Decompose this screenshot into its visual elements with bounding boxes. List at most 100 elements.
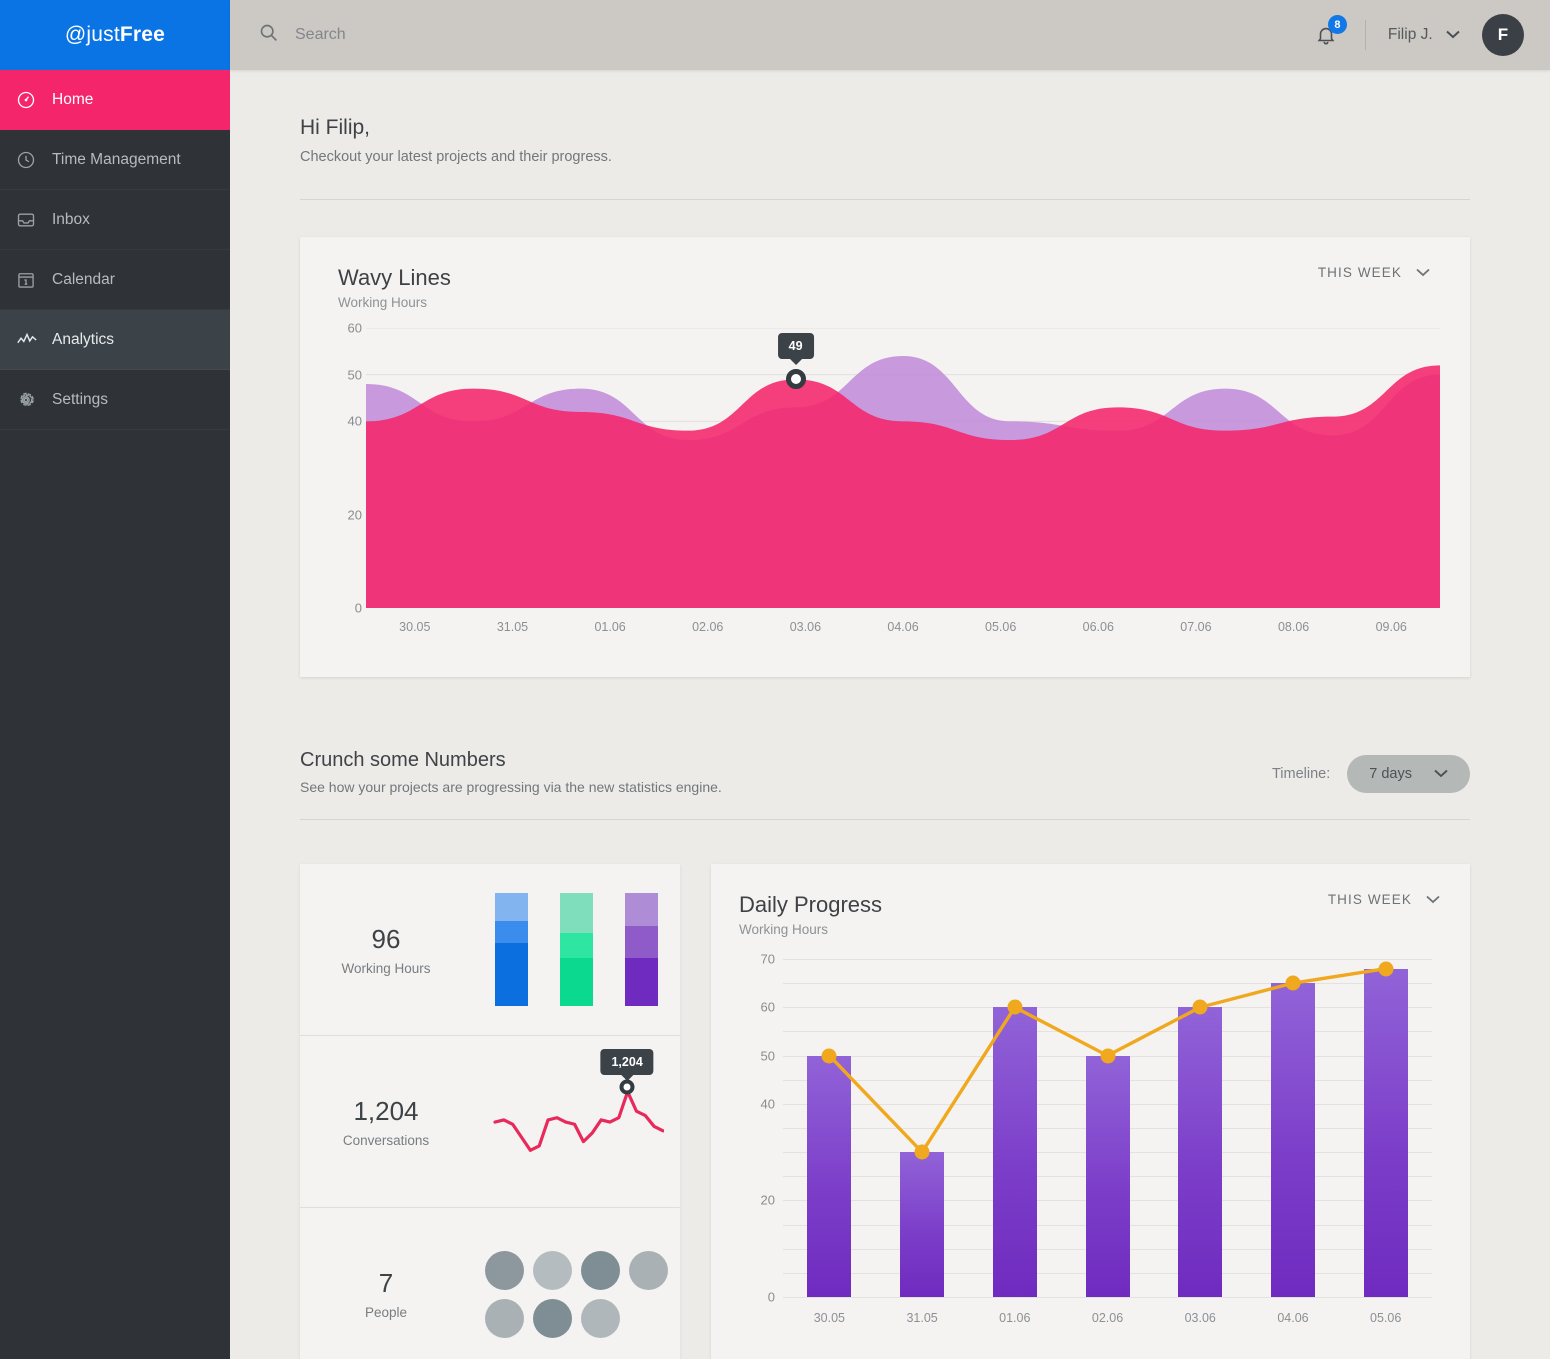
progress-range-dropdown[interactable]: THIS WEEK: [1328, 892, 1440, 907]
sparkline-path: [492, 1089, 665, 1152]
person-dot: [484, 1250, 524, 1290]
stat-text: 96 Working Hours: [300, 924, 472, 976]
axis-tick-label: 60: [760, 999, 775, 1015]
people-dots: [484, 1250, 668, 1338]
axis-tick-label: 20: [347, 507, 362, 523]
speedometer-icon: [16, 90, 52, 110]
search-icon: [258, 22, 279, 48]
axis-tick-label: 30.05: [813, 1311, 845, 1325]
progress-card-header: Daily Progress Working Hours THIS WEEK: [739, 892, 1440, 937]
stat-value: 96: [371, 923, 401, 954]
axis-tick-label: 03.06: [1184, 1311, 1216, 1325]
sidebar-item-analytics[interactable]: Analytics: [0, 310, 230, 370]
daily-progress-card: Daily Progress Working Hours THIS WEEK 7…: [711, 864, 1470, 1359]
bar-segment: [494, 920, 528, 943]
divider: [300, 819, 1470, 820]
stacked-bar: [559, 893, 593, 1006]
timeline-dropdown[interactable]: 7 days: [1347, 755, 1470, 793]
bar-segment: [494, 942, 528, 1006]
progress-trend-points: [783, 959, 1432, 1297]
notification-badge: 8: [1327, 15, 1347, 34]
bottom-grid: 96 Working Hours 1,204 Conversations 1,2…: [300, 864, 1470, 1359]
timeline-value: 7 days: [1369, 766, 1412, 782]
brand-strong: Free: [119, 23, 166, 46]
wavy-card-subtitle: Working Hours: [338, 295, 428, 310]
trend-point[interactable]: [1100, 1048, 1115, 1064]
axis-tick-label: 05.06: [985, 620, 1017, 634]
axis-tick-label: 09.06: [1375, 620, 1407, 634]
chevron-down-icon: [1446, 26, 1460, 44]
stat-text: 1,204 Conversations: [300, 1096, 472, 1148]
notifications-button[interactable]: 8: [1309, 15, 1347, 52]
sparkline-data-point[interactable]: [619, 1079, 635, 1095]
crunch-section: Crunch some Numbers See how your project…: [300, 749, 1470, 795]
bar-segment: [624, 893, 658, 926]
main-area: 8 Filip J. F Hi Filip, Checkout your lat…: [230, 0, 1550, 1359]
wavy-lines-card: Wavy Lines Working Hours THIS WEEK 60 50 4…: [300, 237, 1470, 677]
axis-tick-label: 0: [767, 1289, 775, 1305]
sidebar-item-time-management[interactable]: Time Management: [0, 130, 230, 190]
stat-text: 7 People: [300, 1268, 472, 1320]
sidebar-item-home[interactable]: Home: [0, 70, 230, 130]
sidebar-item-calendar[interactable]: Calendar: [0, 250, 230, 310]
app-root: @just Free Home Time Management Inbox Cal: [0, 0, 1550, 1359]
axis-tick-label: 06.06: [1082, 620, 1114, 634]
progress-range-label: THIS WEEK: [1327, 892, 1412, 907]
sidebar-item-label: Analytics: [52, 330, 115, 348]
wavy-chart: 60 50 40 20 0 49 30.05 31.05 01.06 02.06 03.06 04…: [320, 321, 1440, 658]
header-divider: [1364, 20, 1366, 50]
axis-tick-label: 01.06: [999, 1311, 1031, 1325]
trend-point[interactable]: [1007, 999, 1023, 1015]
sidebar-item-inbox[interactable]: Inbox: [0, 190, 230, 250]
sidebar-item-label: Time Management: [52, 150, 181, 168]
avatar[interactable]: F: [1482, 14, 1524, 56]
user-menu[interactable]: Filip J.: [1388, 26, 1460, 44]
axis-tick-label: 31.05: [906, 1311, 938, 1325]
axis-tick-label: 30.05: [399, 620, 431, 634]
progress-x-axis: 30.05 31.05 01.06 02.06 03.06 04.06 05.06: [783, 1311, 1432, 1325]
sparkline-wrap: 1,204: [489, 1049, 665, 1167]
sidebar-item-label: Settings: [52, 390, 109, 408]
stat-card-people: 7 People: [300, 1208, 680, 1359]
stat-label: People: [364, 1305, 408, 1320]
trend-point[interactable]: [1378, 961, 1394, 977]
axis-tick-label: 20: [760, 1192, 775, 1208]
stacked-bar: [624, 893, 658, 1006]
axis-tick-label: 07.06: [1180, 620, 1212, 634]
trend-point[interactable]: [1192, 999, 1208, 1015]
stats-column: 96 Working Hours 1,204 Conversations 1,2…: [300, 864, 680, 1359]
chevron-down-icon: [1434, 766, 1448, 782]
person-dot: [628, 1250, 668, 1290]
trend-point[interactable]: [914, 1144, 930, 1160]
crunch-subtitle: See how your projects are progressing vi…: [300, 779, 722, 795]
bar-segment: [559, 933, 593, 958]
progress-card-subtitle: Working Hours: [739, 922, 829, 937]
brand-logo[interactable]: @just Free: [0, 0, 230, 70]
page-subtitle: Checkout your latest projects and their …: [300, 149, 612, 165]
axis-tick-label: 04.06: [887, 620, 919, 634]
bar-segment: [559, 893, 593, 933]
stacked-bar: [494, 893, 528, 1006]
wavy-card-header: Wavy Lines Working Hours THIS WEEK: [320, 265, 1440, 310]
sidebar-item-settings[interactable]: Settings: [0, 370, 230, 430]
search-input[interactable]: [295, 26, 615, 44]
wavy-card-titles: Wavy Lines Working Hours: [338, 265, 451, 310]
progress-plot: [783, 959, 1432, 1298]
stat-label: Working Hours: [341, 960, 431, 976]
wavy-card-title: Wavy Lines: [338, 265, 451, 290]
user-name-label: Filip J.: [1387, 26, 1433, 43]
wavy-x-axis: 30.05 31.05 01.06 02.06 03.06 04.06 05.06 06.06…: [366, 620, 1440, 634]
trend-point[interactable]: [1285, 975, 1301, 991]
axis-tick-label: 50: [760, 1048, 775, 1064]
axis-tick-label: 31.05: [496, 620, 529, 634]
calendar-icon: [16, 270, 52, 290]
stat-card-conversations: 1,204 Conversations 1,204: [300, 1036, 680, 1208]
wavy-range-dropdown[interactable]: THIS WEEK: [1318, 265, 1430, 280]
wavy-range-label: THIS WEEK: [1317, 265, 1402, 280]
wavy-data-point[interactable]: [785, 369, 806, 390]
gear-icon: [16, 390, 52, 410]
progress-card-title: Daily Progress: [739, 892, 883, 917]
analytics-icon: [16, 329, 52, 351]
trend-point[interactable]: [821, 1048, 837, 1064]
